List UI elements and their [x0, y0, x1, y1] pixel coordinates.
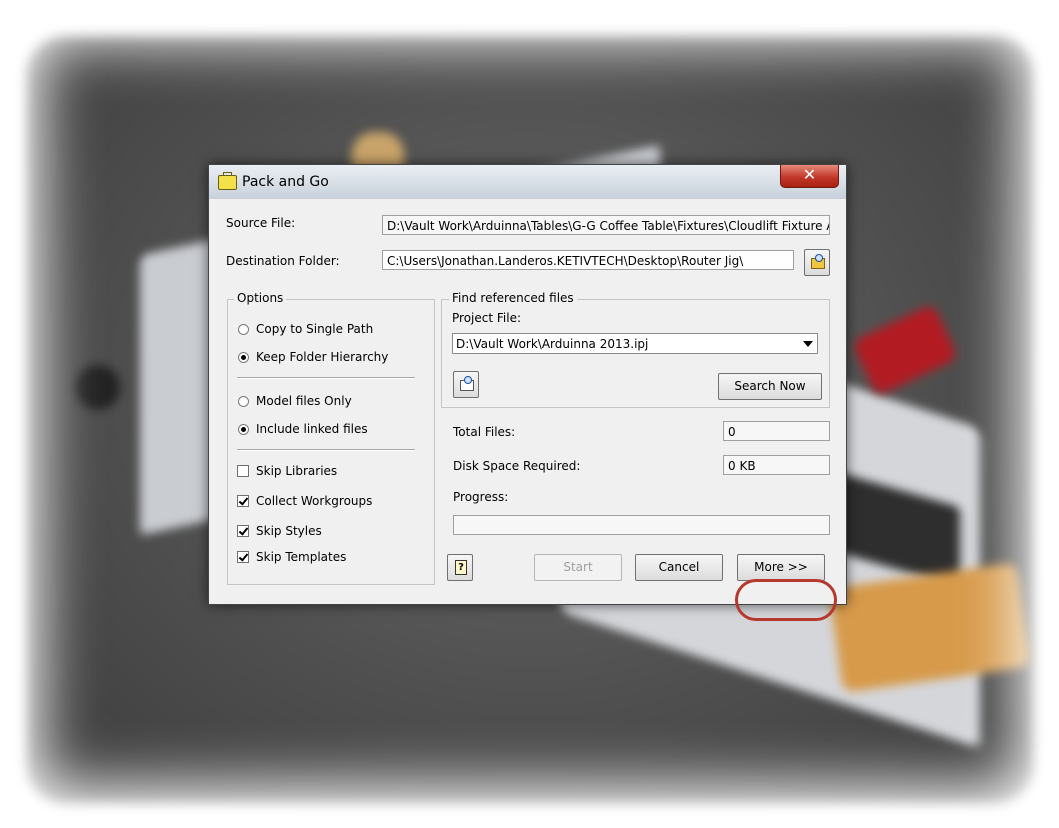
model-files-only-label[interactable]: Model files Only	[256, 394, 352, 408]
start-button[interactable]: Start	[534, 554, 622, 581]
browse-folder-button[interactable]	[804, 249, 830, 276]
model-files-only-radio[interactable]	[238, 396, 249, 407]
disk-space-field: 0 KB	[723, 455, 830, 475]
skip-styles-checkbox[interactable]	[237, 525, 249, 537]
collect-workgroups-label[interactable]: Collect Workgroups	[256, 494, 372, 508]
keep-folder-hierarchy-radio[interactable]	[238, 352, 249, 363]
include-linked-files-radio[interactable]	[238, 424, 249, 435]
progress-label: Progress:	[453, 490, 509, 504]
options-legend: Options	[234, 291, 287, 305]
browse-project-button[interactable]	[453, 371, 479, 398]
include-linked-files-label[interactable]: Include linked files	[256, 422, 368, 436]
destination-folder-field[interactable]: C:\Users\Jonathan.Landeros.KETIVTECH\Des…	[382, 250, 794, 270]
destination-folder-label: Destination Folder:	[226, 254, 340, 268]
help-icon: ?	[455, 560, 467, 575]
chevron-down-icon	[803, 341, 813, 347]
magnifier-icon	[464, 376, 472, 384]
collect-workgroups-checkbox[interactable]	[237, 495, 249, 507]
briefcase-icon	[218, 172, 237, 190]
dialog-body: Source File: D:\Vault Work\Arduinna\Tabl…	[215, 199, 838, 621]
black-knob	[75, 365, 120, 410]
title-bar[interactable]: Pack and Go ✕	[209, 165, 846, 199]
progress-bar	[453, 515, 830, 535]
search-now-button[interactable]: Search Now	[718, 373, 822, 400]
close-button[interactable]: ✕	[780, 165, 839, 188]
skip-templates-label[interactable]: Skip Templates	[256, 550, 346, 564]
source-file-label: Source File:	[226, 216, 296, 230]
options-divider-1	[237, 377, 415, 379]
project-file-value: D:\Vault Work\Arduinna 2013.ipj	[456, 337, 649, 351]
project-file-label: Project File:	[452, 311, 521, 325]
pack-and-go-dialog: Pack and Go ✕ Source File: D:\Vault Work…	[208, 164, 847, 621]
options-divider-2	[237, 449, 415, 451]
find-referenced-legend: Find referenced files	[449, 291, 577, 305]
options-group	[227, 299, 435, 585]
help-button[interactable]: ?	[447, 554, 473, 581]
skip-libraries-checkbox[interactable]	[237, 465, 249, 477]
copy-single-path-label[interactable]: Copy to Single Path	[256, 322, 373, 336]
disk-space-label: Disk Space Required:	[453, 459, 581, 473]
skip-libraries-label[interactable]: Skip Libraries	[256, 464, 337, 478]
cancel-button[interactable]: Cancel	[635, 554, 723, 581]
keep-folder-hierarchy-label[interactable]: Keep Folder Hierarchy	[256, 350, 388, 364]
window-title: Pack and Go	[242, 174, 329, 190]
skip-styles-label[interactable]: Skip Styles	[256, 524, 322, 538]
more-button[interactable]: More >>	[737, 554, 825, 581]
total-files-label: Total Files:	[453, 425, 516, 439]
magnifier-icon	[815, 254, 823, 262]
more-button-highlight	[735, 579, 837, 621]
total-files-field: 0	[723, 421, 830, 441]
copy-single-path-radio[interactable]	[238, 324, 249, 335]
project-file-dropdown[interactable]: D:\Vault Work\Arduinna 2013.ipj	[452, 333, 818, 354]
source-file-field[interactable]: D:\Vault Work\Arduinna\Tables\G-G Coffee…	[382, 215, 830, 235]
skip-templates-checkbox[interactable]	[237, 551, 249, 563]
